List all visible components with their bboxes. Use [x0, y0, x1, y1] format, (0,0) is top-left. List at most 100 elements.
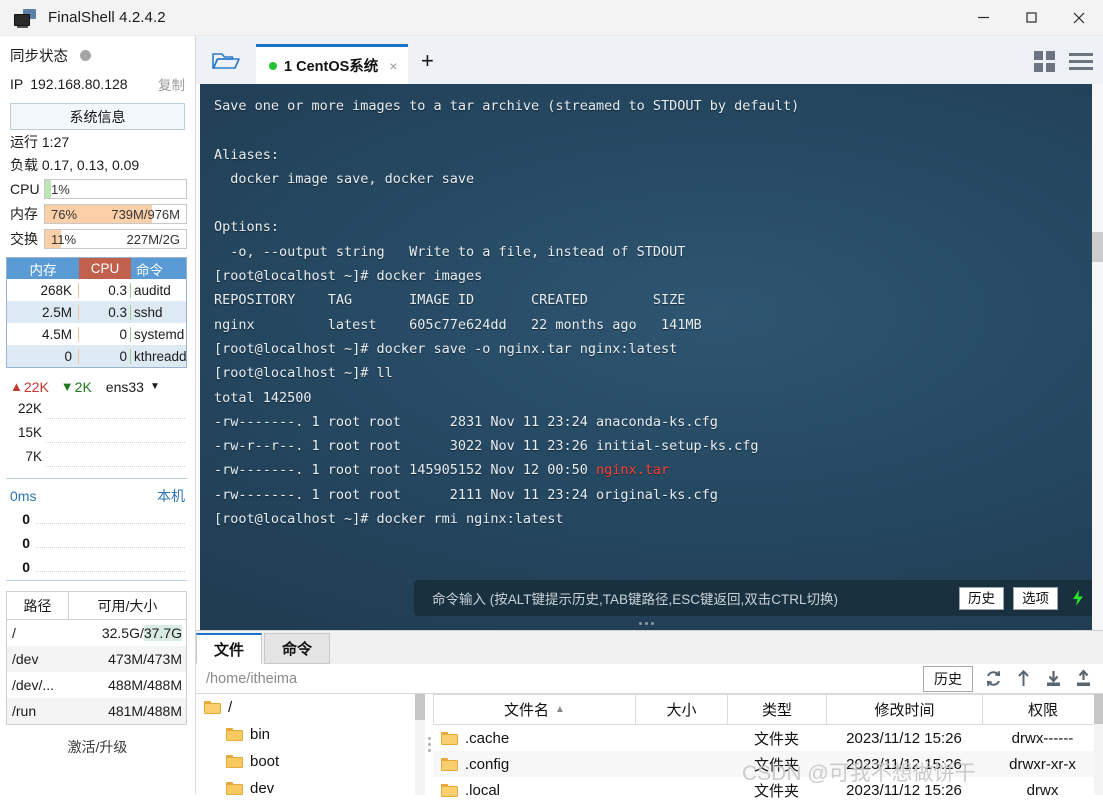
disk-path: /	[12, 625, 16, 641]
minimize-button[interactable]	[959, 0, 1007, 36]
file-panel-tab-files[interactable]: 文件	[196, 633, 263, 664]
terminal-scrollbar-thumb[interactable]	[1092, 232, 1103, 262]
panel-splitter[interactable]	[200, 616, 1092, 630]
process-row[interactable]: 4.5M 0 systemd	[7, 323, 186, 345]
file-type-cell: 文件夹	[753, 756, 799, 774]
file-list-scrollbar[interactable]	[1094, 694, 1103, 795]
grid-line	[46, 418, 185, 419]
ping-y-axis: 0 0 0	[8, 511, 30, 583]
directory-tree[interactable]: / bin boot dev	[196, 694, 415, 797]
command-input-bar[interactable]: 命令输入 (按ALT键提示历史,TAB键路径,ESC键返回,双击CTRL切换) …	[414, 580, 1092, 616]
terminal-line: nginx latest 605c77e624dd 22 months ago …	[214, 316, 702, 333]
file-path-input[interactable]: /home/itheima	[196, 671, 923, 687]
command-input-placeholder[interactable]: 命令输入 (按ALT键提示历史,TAB键路径,ESC键返回,双击CTRL切换)	[432, 588, 838, 608]
window-controls	[959, 0, 1103, 36]
lightning-icon[interactable]	[1067, 588, 1088, 609]
copy-ip-button[interactable]: 复制	[158, 74, 185, 94]
close-button[interactable]	[1055, 0, 1103, 36]
disk-row[interactable]: / 32.5G/37.7G	[7, 620, 186, 646]
file-mtime-cell: 2023/11/12 15:26	[846, 781, 962, 799]
meter-row-交换: 交换 11% 227M/2G	[0, 227, 195, 251]
sync-status-row: 同步状态	[0, 40, 195, 70]
terminal-output[interactable]: Save one or more images to a tar archive…	[200, 84, 1092, 630]
grid-view-icon[interactable]	[1034, 50, 1055, 72]
disk-row[interactable]: /run 481M/488M	[7, 698, 186, 724]
terminal-line: [root@localhost ~]# docker save -o nginx…	[214, 340, 678, 357]
terminal-tab[interactable]: 1 CentOS系统 ×	[256, 44, 409, 84]
terminal-scrollbar[interactable]	[1092, 84, 1103, 630]
command-history-button[interactable]: 历史	[959, 586, 1004, 610]
tree-scrollbar-thumb[interactable]	[415, 694, 425, 720]
maximize-button[interactable]	[1007, 0, 1055, 36]
refresh-icon[interactable]	[983, 669, 1003, 689]
terminal-line: docker image save, docker save	[214, 170, 475, 187]
new-tab-button[interactable]: +	[408, 38, 446, 84]
file-col-perm[interactable]: 权限	[983, 695, 1103, 724]
tab-close-icon[interactable]: ×	[389, 58, 397, 74]
file-list-row[interactable]: .local 文件夹 2023/11/12 15:26 drwx	[433, 777, 1103, 803]
process-col-cpu[interactable]: CPU	[79, 258, 131, 279]
hamburger-menu-icon[interactable]	[1069, 52, 1093, 70]
meter-text: 76% 739M/976M	[51, 206, 180, 222]
disk-row[interactable]: /dev 473M/473M	[7, 646, 186, 672]
process-cell-cpu: 0	[79, 348, 131, 364]
command-options-button[interactable]: 选项	[1013, 586, 1058, 610]
folder-icon	[441, 757, 458, 771]
download-file-icon[interactable]	[1043, 669, 1063, 689]
file-list-row[interactable]: .cache 文件夹 2023/11/12 15:26 drwx------	[433, 725, 1103, 751]
file-col-size[interactable]: 大小	[636, 695, 728, 724]
file-name-cell: .local	[433, 782, 635, 799]
file-list-scrollbar-thumb[interactable]	[1094, 694, 1103, 724]
process-col-memory[interactable]: 内存	[7, 258, 79, 279]
sync-status-indicator	[80, 49, 91, 61]
tree-item[interactable]: bin	[196, 721, 415, 748]
download-arrow-icon: ▼	[60, 379, 74, 394]
tree-item[interactable]: /	[196, 694, 415, 721]
file-col-type[interactable]: 类型	[728, 695, 827, 724]
ping-header: 0ms 本机	[0, 483, 195, 509]
open-folder-icon[interactable]	[196, 38, 256, 84]
tree-scrollbar[interactable]	[415, 694, 425, 795]
meter-label: 交换	[10, 231, 38, 247]
network-axis-tick: 22K	[17, 401, 42, 416]
upload-arrow-icon[interactable]	[1013, 669, 1033, 689]
upload-file-icon[interactable]	[1073, 669, 1093, 689]
tree-item[interactable]: dev	[196, 775, 415, 802]
upload-arrow-icon: ▲	[10, 379, 23, 394]
uptime-text: 运行 1:27	[10, 133, 70, 150]
meter-bar: 1%	[44, 179, 187, 199]
disk-col-path[interactable]: 路径	[7, 592, 69, 619]
file-panel-tab-commands[interactable]: 命令	[264, 633, 331, 664]
process-row[interactable]: 268K 0.3 auditd	[7, 279, 186, 301]
ping-axis-tick: 0	[22, 559, 30, 575]
file-panel-tabs: 文件 命令	[196, 631, 1103, 664]
chevron-down-icon[interactable]: ▼	[150, 381, 160, 392]
process-cell-cmd: sshd	[134, 304, 163, 320]
activate-upgrade-link[interactable]: 激活/升级	[0, 737, 195, 757]
file-col-name[interactable]: 文件名 ▲	[434, 695, 636, 724]
file-list-row[interactable]: .config 文件夹 2023/11/12 15:26 drwxr-xr-x	[433, 751, 1103, 777]
system-info-button[interactable]: 系统信息	[10, 103, 185, 130]
process-row[interactable]: 2.5M 0.3 sshd	[7, 301, 186, 323]
file-history-button[interactable]: 历史	[923, 665, 973, 692]
disk-row[interactable]: /dev/... 488M/488M	[7, 672, 186, 698]
ping-host-label[interactable]: 本机	[157, 486, 185, 506]
process-col-command[interactable]: 命令	[131, 258, 186, 279]
file-list[interactable]: 文件名 ▲ 大小 类型 修改时间 权限 .cache 文件夹 2023/11/12 1…	[433, 694, 1103, 800]
tree-item[interactable]: boot	[196, 748, 415, 775]
tab-bar-actions	[1034, 38, 1103, 84]
file-panel-splitter[interactable]	[425, 694, 433, 795]
ping-latency: 0ms	[10, 488, 37, 504]
network-interface-select[interactable]: ens33	[106, 379, 144, 395]
process-cell-cmd: kthreadd	[134, 348, 186, 364]
terminal-tabs: 1 CentOS系统 ×	[256, 44, 409, 84]
file-col-mtime[interactable]: 修改时间	[827, 695, 983, 724]
load-average-text: 负载 0.17, 0.13, 0.09	[10, 156, 140, 173]
process-row[interactable]: 0 0 kthreadd	[7, 345, 186, 367]
tree-item-label: /	[228, 699, 233, 716]
disk-col-size[interactable]: 可用/大小	[69, 592, 186, 619]
file-name-cell: .cache	[433, 730, 635, 747]
file-name-cell: .config	[433, 756, 635, 773]
terminal-line: [root@localhost ~]# docker images	[214, 268, 483, 285]
file-type-cell: 文件夹	[753, 782, 799, 800]
